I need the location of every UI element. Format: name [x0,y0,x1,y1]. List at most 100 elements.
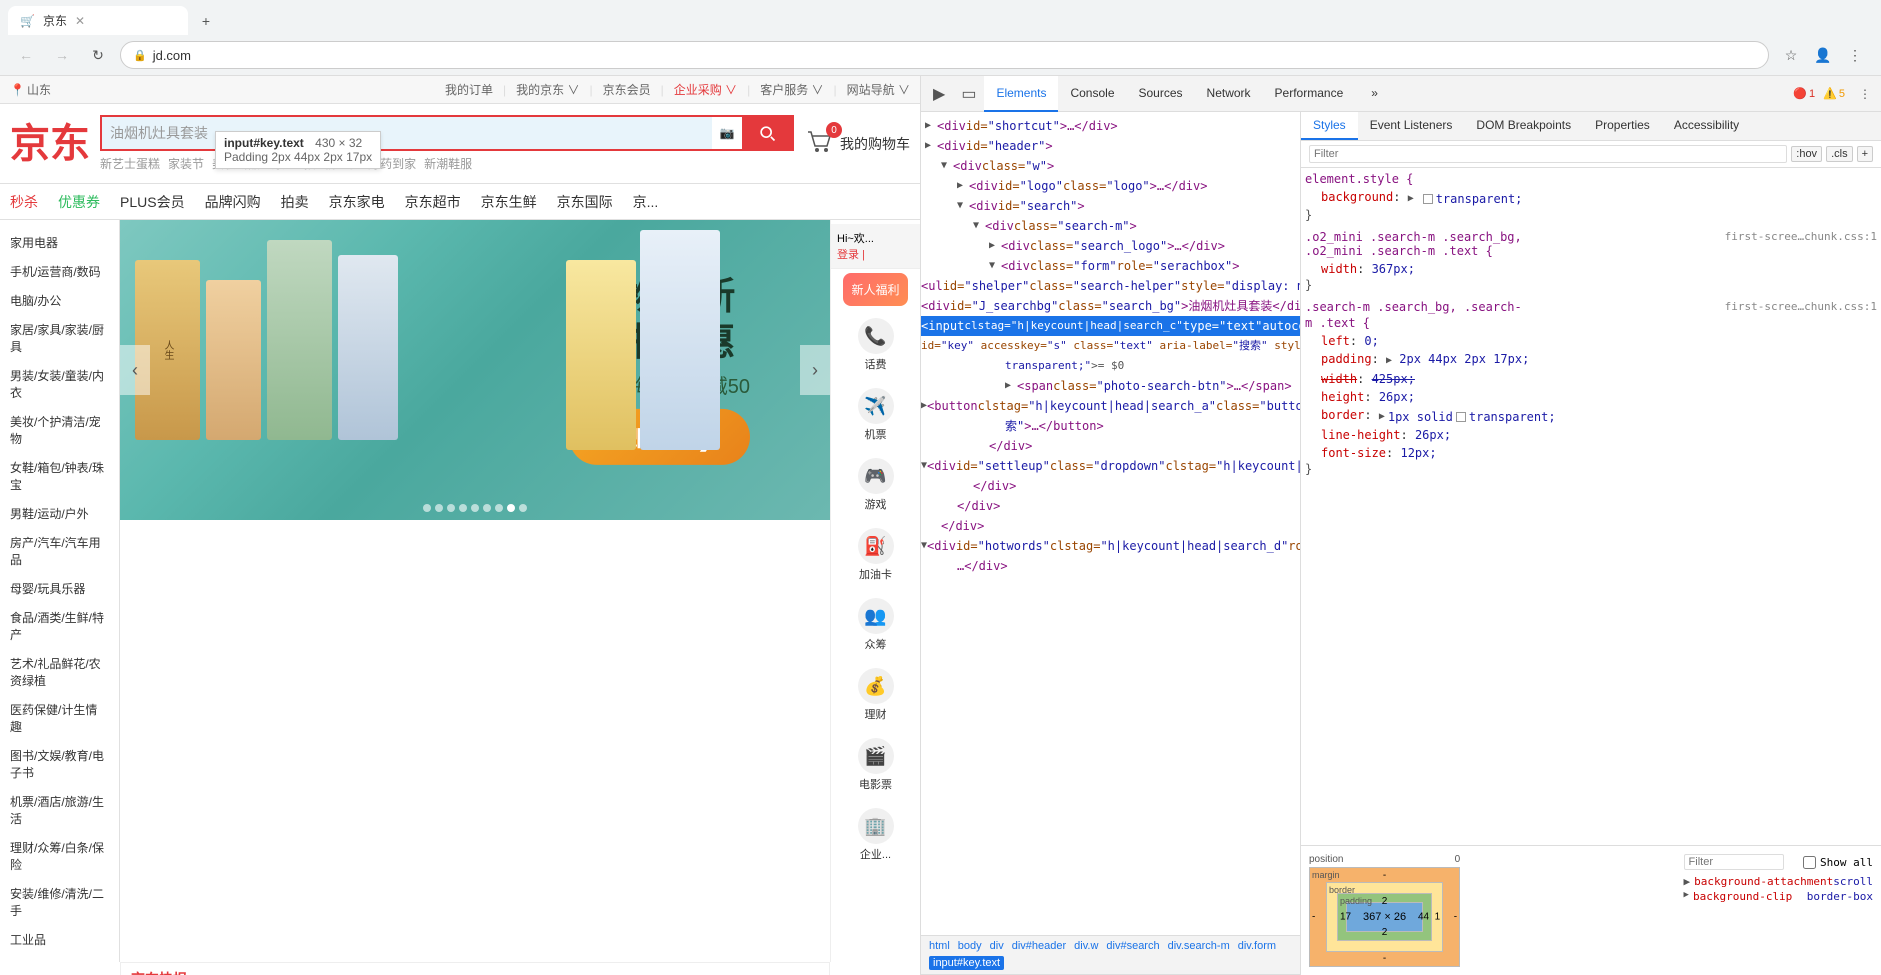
tree-line-w[interactable]: ▼ <div class= "w" > [921,156,1300,176]
sidebar-item-books[interactable]: 图书/文娱/教育/电子书 [0,741,119,787]
tree-line-form[interactable]: ▼ <div class= "form" role= "serachbox" > [921,256,1300,276]
tree-line-photo-btn[interactable]: ▶ <span class= "photo-search-btn" >…</sp… [921,376,1300,396]
tree-line-form-close[interactable]: </div> [921,436,1300,456]
right-sidebar-finance[interactable]: 💰 理财 [831,660,920,730]
banner-dot-3[interactable] [447,504,455,512]
sidebar-item-service[interactable]: 安装/维修/清洗/二手 [0,879,119,925]
warn-badge[interactable]: ⚠️ 5 [1823,87,1845,100]
tab-network[interactable]: Network [1195,76,1263,112]
tree-line-settleup[interactable]: ▼ <div id= "settleup" class= "dropdown" … [921,456,1300,476]
right-sidebar-crowdfund[interactable]: 👥 众筹 [831,590,920,660]
breadcrumb-body[interactable]: body [958,940,982,952]
rule1-source[interactable]: first-scree…chunk.css:1 [1725,230,1877,244]
error-badge[interactable]: 🔴 1 [1793,87,1815,100]
search-input[interactable] [102,117,712,149]
breadcrumb-div[interactable]: div [990,940,1004,952]
subtab-styles[interactable]: Styles [1301,112,1358,140]
nav-jd-international[interactable]: 京东国际 [557,192,613,212]
banner-dot-9[interactable] [519,504,527,512]
right-sidebar-flight[interactable]: ✈️ 机票 [831,380,920,450]
sidebar-item-computer[interactable]: 电脑/办公 [0,286,119,315]
devtools-settings-button[interactable]: ⋮ [1853,82,1877,106]
sidebar-item-travel[interactable]: 机票/酒店/旅游/生活 [0,787,119,833]
hint-7[interactable]: 新潮鞋服 [424,155,472,172]
tab-performance[interactable]: Performance [1263,76,1356,112]
show-all-checkbox[interactable] [1803,856,1816,869]
tab-more[interactable]: » [1359,76,1390,112]
expand-arrow[interactable]: ▼ [957,197,969,215]
breadcrumb-search-m[interactable]: div.search-m [1168,940,1230,952]
expand-arrow[interactable]: ▶ [925,117,937,135]
sidebar-item-phone[interactable]: 手机/运营商/数码 [0,257,119,286]
breadcrumb-html[interactable]: html [929,940,950,952]
new-tab-button[interactable]: + [192,7,220,35]
tree-line-w-close[interactable]: </div> [921,516,1300,536]
profile-button[interactable]: 👤 [1809,41,1837,69]
filter-plus-button[interactable]: + [1857,146,1873,162]
nav-jd-appliance[interactable]: 京东家电 [329,192,385,212]
styles-filter-input[interactable] [1309,145,1787,163]
sidebar-item-home[interactable]: 家居/家具/家装/厨具 [0,315,119,361]
new-user-card[interactable]: 新人福利 [843,273,907,306]
tree-line-shelper[interactable]: <ul id= "shelper" class= "search-helper"… [921,276,1300,296]
right-sidebar-movie[interactable]: 🎬 电影票 [831,730,920,800]
login-link[interactable]: 登录 | [837,246,914,262]
tree-line-searchm-close[interactable]: </div> [921,476,1300,496]
sidebar-item-baby[interactable]: 母婴/玩具乐器 [0,574,119,603]
search-button[interactable] [742,117,792,149]
banner-dot-6[interactable] [483,504,491,512]
hint-1[interactable]: 新艺士蛋糕 [100,155,160,172]
banner-dot-1[interactable] [423,504,431,512]
tree-line-logo[interactable]: ▶ <div id= "logo" class= "logo" >…</div> [921,176,1300,196]
tree-line-shortcut[interactable]: ▶ <div id= "shortcut" >…</div> [921,116,1300,136]
banner-next-button[interactable]: › [800,345,830,395]
tree-line-hotwords-close[interactable]: …</div> [921,556,1300,576]
subtab-event-listeners[interactable]: Event Listeners [1358,112,1465,140]
nav-coupon[interactable]: 优惠券 [58,192,100,212]
tree-line-search-close[interactable]: </div> [921,496,1300,516]
reload-button[interactable]: ↻ [84,41,112,69]
subtab-dom-breakpoints[interactable]: DOM Breakpoints [1464,112,1583,140]
sidebar-item-shoes[interactable]: 女鞋/箱包/钟表/珠宝 [0,453,119,499]
tree-line-input-selected[interactable]: <input clstag="h|keycount|head|search_c"… [921,316,1300,336]
expand-icon[interactable]: ▶ [1408,191,1420,207]
expand-arrow[interactable]: ▼ [941,157,953,175]
bookmark-button[interactable]: ☆ [1777,41,1805,69]
banner-prev-button[interactable]: ‹ [120,345,150,395]
nav-auction[interactable]: 拍卖 [281,192,309,212]
nav-brand-flash[interactable]: 品牌闪购 [205,192,261,212]
breadcrumb-header[interactable]: div#header [1012,940,1066,952]
banner-dot-7[interactable] [495,504,503,512]
devtools-inspect-button[interactable]: ▶ [925,84,953,104]
camera-search-button[interactable]: 📷 [712,117,742,149]
topbar-vip[interactable]: 京东会员 [603,81,651,98]
filter-hov-button[interactable]: :hov [1791,146,1822,162]
sidebar-item-sports[interactable]: 男鞋/运动/户外 [0,499,119,528]
breadcrumb-form[interactable]: div.form [1238,940,1276,952]
banner-dot-8[interactable] [507,504,515,512]
location[interactable]: 📍 山东 [10,81,51,98]
expand-icon[interactable]: ▶ [1386,355,1392,366]
topbar-my-jd[interactable]: 我的京东 ∨ [516,81,579,98]
sidebar-item-property[interactable]: 房产/汽车/汽车用品 [0,528,119,574]
devtools-device-button[interactable]: ▭ [953,84,984,104]
topbar-customer-service[interactable]: 客户服务 ∨ [760,81,823,98]
right-sidebar-game[interactable]: 🎮 游戏 [831,450,920,520]
expand-arrow[interactable]: ▼ [973,217,985,235]
extensions-button[interactable]: ⋮ [1841,41,1869,69]
sidebar-item-food[interactable]: 食品/酒类/生鲜/特产 [0,603,119,649]
tree-line-input-cont[interactable]: id="key" accesskey="s" class="text" aria… [921,336,1300,356]
expand-arrow[interactable]: ▶ [957,177,969,195]
tree-line-search-m[interactable]: ▼ <div class= "search-m" > [921,216,1300,236]
breadcrumb-input[interactable]: input#key.text [929,956,1004,970]
tree-line-search-logo[interactable]: ▶ <div class= "search_logo" >…</div> [921,236,1300,256]
browser-tab[interactable]: 🛒 京东 ✕ [8,6,188,35]
banner-dot-2[interactable] [435,504,443,512]
tab-elements[interactable]: Elements [984,76,1058,112]
banner-dot-5[interactable] [471,504,479,512]
expand-arrow[interactable]: ▼ [989,257,1001,275]
expand-arrow[interactable]: ▶ [925,137,937,155]
tree-line-button-cont[interactable]: 索" >…</button> [921,416,1300,436]
tree-line-search[interactable]: ▼ <div id= "search" > [921,196,1300,216]
breadcrumb-w[interactable]: div.w [1074,940,1098,952]
